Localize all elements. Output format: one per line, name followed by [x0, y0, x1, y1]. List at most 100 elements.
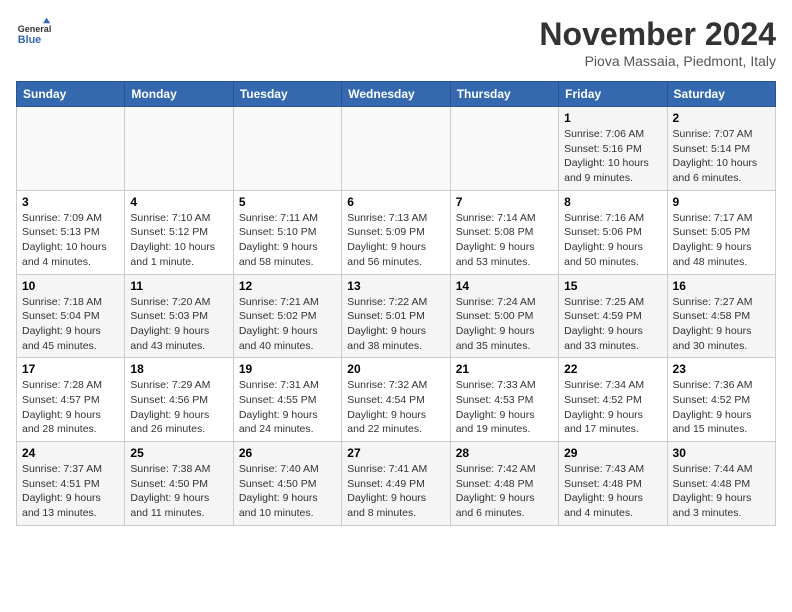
location: Piova Massaia, Piedmont, Italy — [539, 53, 776, 69]
page-header: General Blue November 2024 Piova Massaia… — [16, 16, 776, 69]
day-number: 29 — [564, 446, 661, 460]
calendar-week-2: 10Sunrise: 7:18 AM Sunset: 5:04 PM Dayli… — [17, 274, 776, 358]
day-number: 26 — [239, 446, 336, 460]
calendar-cell — [450, 107, 558, 191]
calendar-week-1: 3 Sunrise: 7:09 AM Sunset: 5:13 PM Daylig… — [17, 190, 776, 274]
calendar-week-0: 1 Sunrise: 7:06 AM Sunset: 5:16 PM Daylig… — [17, 107, 776, 191]
day-number: 7 — [456, 195, 553, 209]
calendar-cell: 15 Sunrise: 7:25 AM Sunset: 4:59 PM Dayli… — [559, 274, 667, 358]
svg-text:Blue: Blue — [18, 34, 41, 46]
day-info: Sunrise: 7:29 AM Sunset: 4:56 PM Dayligh… — [130, 378, 227, 437]
day-info: Sunrise: 7:13 AM Sunset: 5:09 PM Dayligh… — [347, 211, 444, 270]
calendar-cell: 5 Sunrise: 7:11 AM Sunset: 5:10 PM Daylig… — [233, 190, 341, 274]
day-number: 16 — [673, 279, 770, 293]
day-number: 9 — [673, 195, 770, 209]
calendar-cell: 11 Sunrise: 7:20 AM Sunset: 5:03 PM Dayli… — [125, 274, 233, 358]
day-info: Sunrise: 7:42 AM Sunset: 4:48 PM Dayligh… — [456, 462, 553, 521]
day-info: Sunrise: 7:07 AM Sunset: 5:14 PM Dayligh… — [673, 127, 770, 186]
day-number: 6 — [347, 195, 444, 209]
day-number: 30 — [673, 446, 770, 460]
day-number: 22 — [564, 362, 661, 376]
calendar-cell: 22 Sunrise: 7:34 AM Sunset: 4:52 PM Dayli… — [559, 358, 667, 442]
day-number: 17 — [22, 362, 119, 376]
day-number: 25 — [130, 446, 227, 460]
day-number: 3 — [22, 195, 119, 209]
day-info: Sunrise: 7:25 AM Sunset: 4:59 PM Dayligh… — [564, 295, 661, 354]
day-info: Sunrise: 7:27 AM Sunset: 4:58 PM Dayligh… — [673, 295, 770, 354]
day-number: 1 — [564, 111, 661, 125]
weekday-header-wednesday: Wednesday — [342, 82, 450, 107]
day-number: 18 — [130, 362, 227, 376]
calendar-cell: 23 Sunrise: 7:36 AM Sunset: 4:52 PM Dayli… — [667, 358, 775, 442]
calendar-cell: 18 Sunrise: 7:29 AM Sunset: 4:56 PM Dayli… — [125, 358, 233, 442]
day-number: 19 — [239, 362, 336, 376]
weekday-header-tuesday: Tuesday — [233, 82, 341, 107]
calendar-cell: 20 Sunrise: 7:32 AM Sunset: 4:54 PM Dayli… — [342, 358, 450, 442]
weekday-header-monday: Monday — [125, 82, 233, 107]
day-info: Sunrise: 7:41 AM Sunset: 4:49 PM Dayligh… — [347, 462, 444, 521]
calendar-cell: 8Sunrise: 7:16 AM Sunset: 5:06 PM Daylig… — [559, 190, 667, 274]
calendar-cell: 19Sunrise: 7:31 AM Sunset: 4:55 PM Dayli… — [233, 358, 341, 442]
day-info: Sunrise: 7:44 AM Sunset: 4:48 PM Dayligh… — [673, 462, 770, 521]
weekday-header-friday: Friday — [559, 82, 667, 107]
calendar-cell: 25 Sunrise: 7:38 AM Sunset: 4:50 PM Dayli… — [125, 442, 233, 526]
svg-text:General: General — [18, 24, 52, 34]
calendar-cell: 12Sunrise: 7:21 AM Sunset: 5:02 PM Dayli… — [233, 274, 341, 358]
day-number: 13 — [347, 279, 444, 293]
weekday-header-sunday: Sunday — [17, 82, 125, 107]
calendar-week-3: 17Sunrise: 7:28 AM Sunset: 4:57 PM Dayli… — [17, 358, 776, 442]
day-number: 8 — [564, 195, 661, 209]
day-info: Sunrise: 7:06 AM Sunset: 5:16 PM Dayligh… — [564, 127, 661, 186]
day-number: 27 — [347, 446, 444, 460]
day-info: Sunrise: 7:43 AM Sunset: 4:48 PM Dayligh… — [564, 462, 661, 521]
day-info: Sunrise: 7:20 AM Sunset: 5:03 PM Dayligh… — [130, 295, 227, 354]
calendar-cell — [342, 107, 450, 191]
calendar-cell: 30 Sunrise: 7:44 AM Sunset: 4:48 PM Dayli… — [667, 442, 775, 526]
calendar-cell — [233, 107, 341, 191]
logo[interactable]: General Blue — [16, 16, 52, 52]
day-number: 21 — [456, 362, 553, 376]
day-info: Sunrise: 7:22 AM Sunset: 5:01 PM Dayligh… — [347, 295, 444, 354]
calendar-cell: 21Sunrise: 7:33 AM Sunset: 4:53 PM Dayli… — [450, 358, 558, 442]
day-info: Sunrise: 7:37 AM Sunset: 4:51 PM Dayligh… — [22, 462, 119, 521]
calendar-cell: 2Sunrise: 7:07 AM Sunset: 5:14 PM Daylig… — [667, 107, 775, 191]
day-number: 5 — [239, 195, 336, 209]
calendar-cell: 1 Sunrise: 7:06 AM Sunset: 5:16 PM Daylig… — [559, 107, 667, 191]
calendar-cell: 9 Sunrise: 7:17 AM Sunset: 5:05 PM Daylig… — [667, 190, 775, 274]
day-info: Sunrise: 7:17 AM Sunset: 5:05 PM Dayligh… — [673, 211, 770, 270]
calendar-cell: 14Sunrise: 7:24 AM Sunset: 5:00 PM Dayli… — [450, 274, 558, 358]
calendar-cell: 4 Sunrise: 7:10 AM Sunset: 5:12 PM Daylig… — [125, 190, 233, 274]
day-info: Sunrise: 7:32 AM Sunset: 4:54 PM Dayligh… — [347, 378, 444, 437]
day-info: Sunrise: 7:34 AM Sunset: 4:52 PM Dayligh… — [564, 378, 661, 437]
calendar-cell: 29 Sunrise: 7:43 AM Sunset: 4:48 PM Dayli… — [559, 442, 667, 526]
day-number: 10 — [22, 279, 119, 293]
day-number: 11 — [130, 279, 227, 293]
day-number: 23 — [673, 362, 770, 376]
day-number: 14 — [456, 279, 553, 293]
calendar-cell — [17, 107, 125, 191]
weekday-header-saturday: Saturday — [667, 82, 775, 107]
calendar-cell: 24Sunrise: 7:37 AM Sunset: 4:51 PM Dayli… — [17, 442, 125, 526]
day-number: 15 — [564, 279, 661, 293]
calendar-cell: 28Sunrise: 7:42 AM Sunset: 4:48 PM Dayli… — [450, 442, 558, 526]
day-number: 4 — [130, 195, 227, 209]
month-title: November 2024 — [539, 16, 776, 53]
calendar-cell: 6 Sunrise: 7:13 AM Sunset: 5:09 PM Daylig… — [342, 190, 450, 274]
day-info: Sunrise: 7:10 AM Sunset: 5:12 PM Dayligh… — [130, 211, 227, 270]
day-info: Sunrise: 7:36 AM Sunset: 4:52 PM Dayligh… — [673, 378, 770, 437]
calendar-cell — [125, 107, 233, 191]
calendar-cell: 16 Sunrise: 7:27 AM Sunset: 4:58 PM Dayli… — [667, 274, 775, 358]
calendar-cell: 3 Sunrise: 7:09 AM Sunset: 5:13 PM Daylig… — [17, 190, 125, 274]
day-info: Sunrise: 7:14 AM Sunset: 5:08 PM Dayligh… — [456, 211, 553, 270]
calendar-cell: 7 Sunrise: 7:14 AM Sunset: 5:08 PM Daylig… — [450, 190, 558, 274]
day-info: Sunrise: 7:11 AM Sunset: 5:10 PM Dayligh… — [239, 211, 336, 270]
title-block: November 2024 Piova Massaia, Piedmont, I… — [539, 16, 776, 69]
day-number: 20 — [347, 362, 444, 376]
day-info: Sunrise: 7:21 AM Sunset: 5:02 PM Dayligh… — [239, 295, 336, 354]
day-info: Sunrise: 7:09 AM Sunset: 5:13 PM Dayligh… — [22, 211, 119, 270]
calendar-cell: 27 Sunrise: 7:41 AM Sunset: 4:49 PM Dayli… — [342, 442, 450, 526]
day-info: Sunrise: 7:38 AM Sunset: 4:50 PM Dayligh… — [130, 462, 227, 521]
calendar-cell: 10Sunrise: 7:18 AM Sunset: 5:04 PM Dayli… — [17, 274, 125, 358]
weekday-header-row: SundayMondayTuesdayWednesdayThursdayFrid… — [17, 82, 776, 107]
weekday-header-thursday: Thursday — [450, 82, 558, 107]
